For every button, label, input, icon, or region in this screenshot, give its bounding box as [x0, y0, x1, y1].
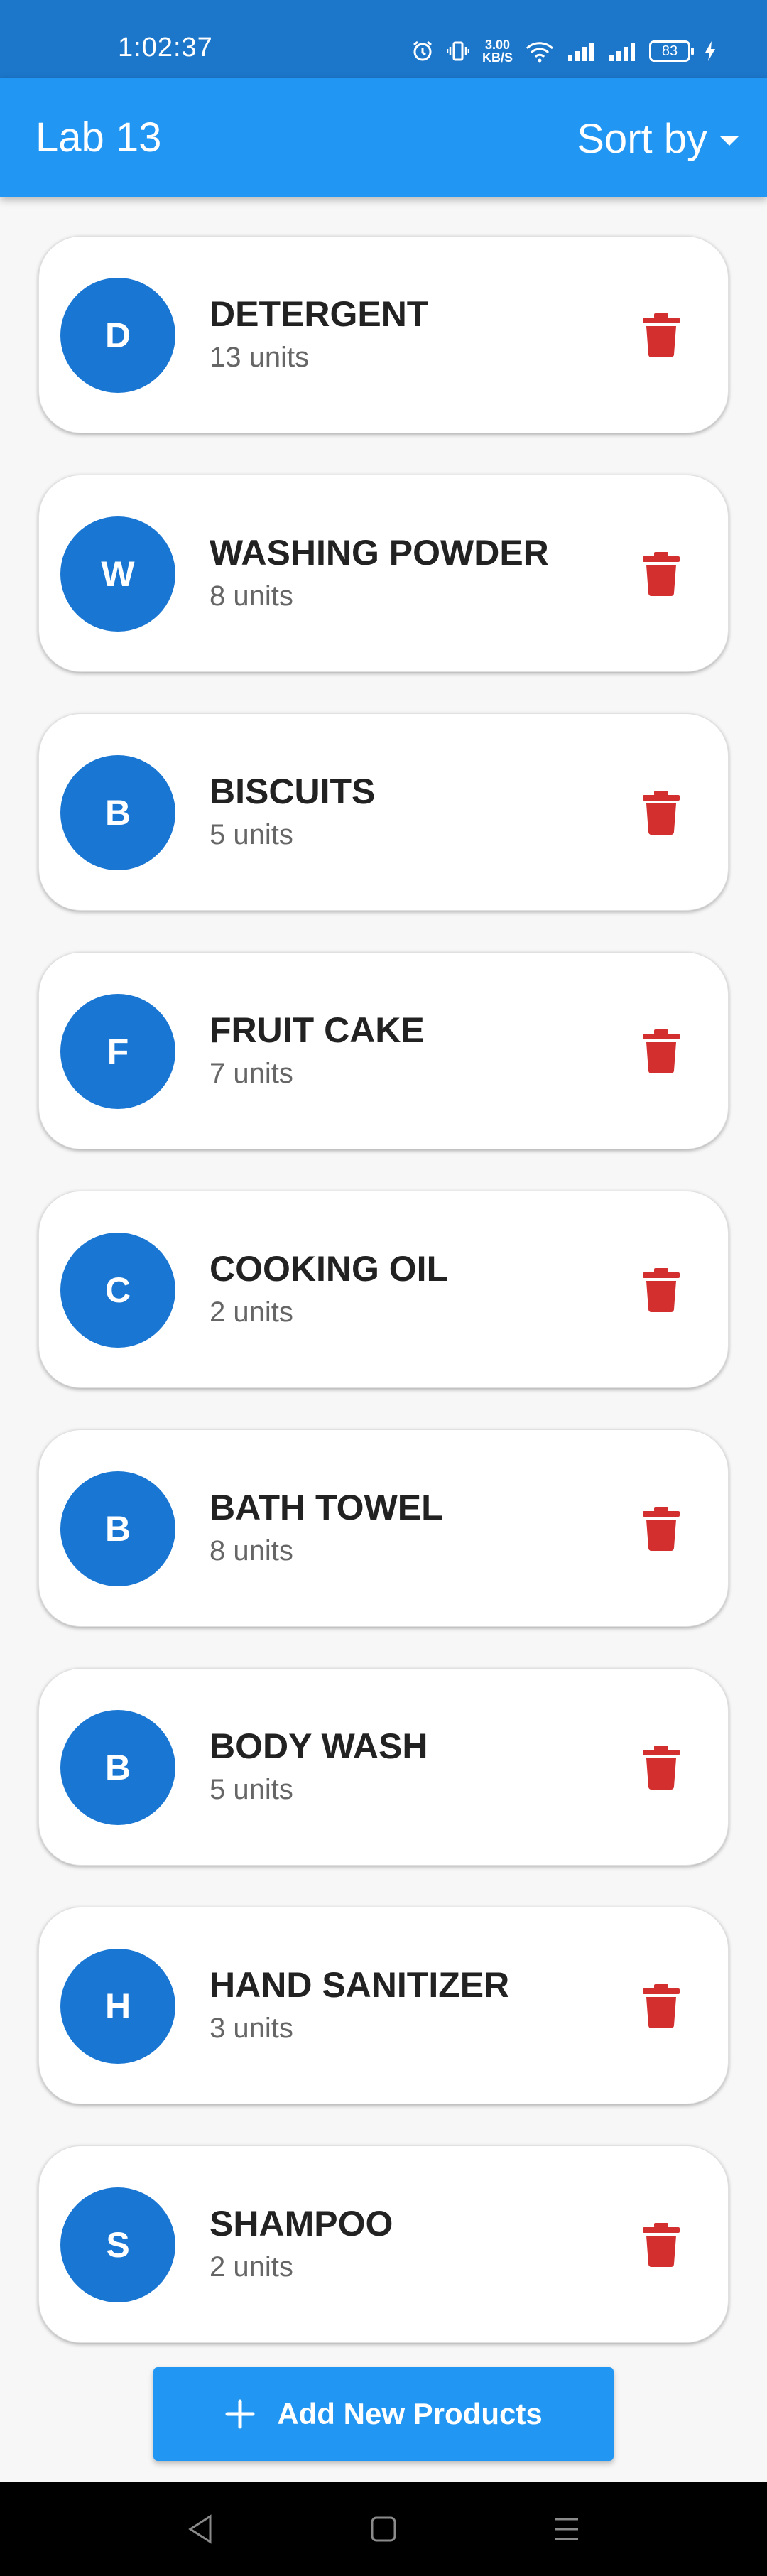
product-name: COOKING OIL	[210, 1249, 449, 1289]
trash-icon	[643, 1029, 680, 1073]
product-quantity: 2 units	[210, 1297, 293, 1328]
delete-button[interactable]	[643, 313, 680, 357]
delete-button[interactable]	[643, 1268, 680, 1312]
alarm-icon	[411, 40, 434, 63]
vibrate-icon	[446, 40, 469, 63]
add-new-products-button[interactable]: Add New Products	[153, 2367, 614, 2461]
trash-icon	[643, 2223, 680, 2267]
product-name: WASHING POWDER	[210, 533, 549, 573]
app-bar: Lab 13 Sort by	[0, 78, 767, 197]
product-initial: D	[104, 315, 131, 355]
chevron-down-icon	[720, 136, 739, 146]
back-icon	[188, 2514, 212, 2544]
trash-icon	[643, 1268, 680, 1312]
status-bar: 1:02:37 3.00 KB/S 83	[0, 0, 767, 78]
product-quantity: 8 units	[210, 580, 293, 612]
add-button-label: Add New Products	[277, 2397, 543, 2430]
delete-button[interactable]	[643, 1746, 680, 1790]
product-card[interactable]: B BODY WASH 5 units	[38, 1668, 729, 1866]
product-quantity: 7 units	[210, 1058, 293, 1089]
trash-icon	[643, 791, 680, 835]
trash-icon	[643, 1746, 680, 1790]
delete-button[interactable]	[643, 1984, 680, 2028]
product-card[interactable]: D DETERGENT 13 units	[38, 236, 729, 433]
back-button[interactable]	[186, 2513, 214, 2548]
product-avatar: C	[60, 1233, 175, 1348]
product-name: SHAMPOO	[210, 2204, 393, 2244]
product-avatar: F	[60, 994, 175, 1109]
wifi-icon	[526, 40, 554, 63]
product-avatar: S	[60, 2187, 175, 2302]
product-name: BISCUITS	[210, 772, 376, 811]
system-nav-bar	[0, 2482, 767, 2576]
battery-icon: 83	[649, 40, 694, 62]
net-speed-value: 3.00	[484, 38, 511, 52]
product-initial: W	[101, 554, 135, 594]
product-initial: S	[106, 2225, 130, 2265]
page-title: Lab 13	[36, 114, 162, 161]
network-speed: 3.00 KB/S	[482, 38, 513, 64]
product-initial: B	[104, 1748, 131, 1787]
product-avatar: B	[60, 1710, 175, 1825]
trash-icon	[643, 313, 680, 357]
home-button[interactable]	[369, 2513, 398, 2548]
sort-by-dropdown[interactable]: Sort by	[577, 114, 739, 163]
product-card[interactable]: F FRUIT CAKE 7 units	[38, 952, 729, 1149]
product-card[interactable]: H HAND SANITIZER 3 units	[38, 1907, 729, 2104]
product-avatar: D	[60, 278, 175, 393]
menu-icon	[555, 2518, 578, 2540]
signal-icon	[567, 40, 595, 63]
product-name: DETERGENT	[210, 294, 429, 334]
product-avatar: W	[60, 516, 175, 632]
trash-icon	[643, 1984, 680, 2028]
product-initial: F	[107, 1032, 129, 1071]
product-name: FRUIT CAKE	[210, 1010, 425, 1050]
product-quantity: 5 units	[210, 819, 293, 850]
delete-button[interactable]	[643, 552, 680, 596]
product-avatar: H	[60, 1949, 175, 2064]
delete-button[interactable]	[643, 1029, 680, 1073]
product-quantity: 8 units	[210, 1535, 293, 1566]
trash-icon	[643, 1507, 680, 1551]
product-quantity: 5 units	[210, 1774, 293, 1805]
product-initial: B	[104, 793, 131, 833]
net-speed-unit: KB/S	[482, 50, 513, 65]
product-avatar: B	[60, 1471, 175, 1586]
product-quantity: 2 units	[210, 2251, 293, 2283]
home-icon	[371, 2516, 396, 2542]
recents-button[interactable]	[553, 2513, 581, 2548]
delete-button[interactable]	[643, 1507, 680, 1551]
signal-icon-2	[608, 40, 636, 63]
product-card[interactable]: C COOKING OIL 2 units	[38, 1191, 729, 1388]
product-card[interactable]: B BATH TOWEL 8 units	[38, 1429, 729, 1627]
plus-icon	[225, 2399, 255, 2429]
product-initial: B	[104, 1509, 131, 1549]
product-card[interactable]: B BISCUITS 5 units	[38, 713, 729, 911]
product-initial: C	[104, 1270, 131, 1310]
product-name: HAND SANITIZER	[210, 1965, 510, 2005]
trash-icon	[643, 552, 680, 596]
product-avatar: B	[60, 755, 175, 870]
product-initial: H	[104, 1986, 131, 2026]
product-card[interactable]: W WASHING POWDER 8 units	[38, 475, 729, 672]
charging-icon	[703, 40, 717, 63]
product-name: BODY WASH	[210, 1726, 428, 1766]
sort-by-label: Sort by	[577, 115, 707, 162]
delete-button[interactable]	[643, 791, 680, 835]
product-quantity: 3 units	[210, 2013, 293, 2044]
status-icons: 3.00 KB/S 83	[411, 33, 717, 70]
status-time: 1:02:37	[118, 33, 213, 63]
product-quantity: 13 units	[210, 342, 310, 373]
product-list: D DETERGENT 13 units W WASHING POWDER 8 …	[38, 236, 729, 2384]
product-name: BATH TOWEL	[210, 1488, 443, 1527]
product-card[interactable]: S SHAMPOO 2 units	[38, 2145, 729, 2343]
delete-button[interactable]	[643, 2223, 680, 2267]
